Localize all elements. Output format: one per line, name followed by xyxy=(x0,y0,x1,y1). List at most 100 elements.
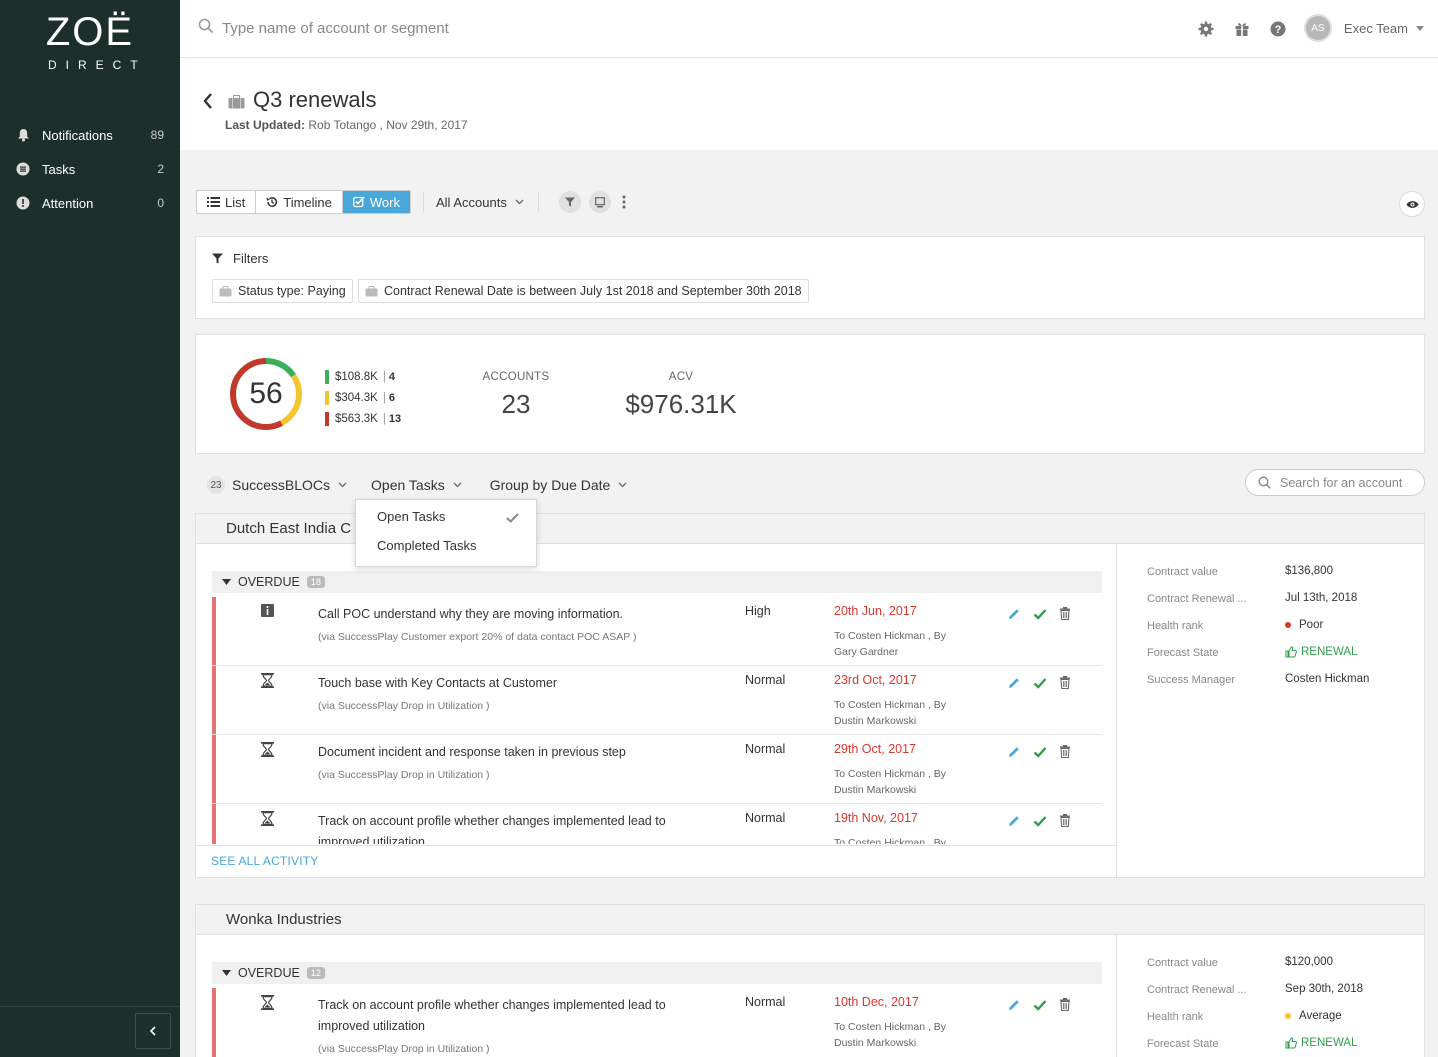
task-assignee: To Costen Hickman , By xyxy=(834,699,947,711)
group-by-dropdown[interactable]: Group by Due Date xyxy=(490,477,628,493)
trash-icon[interactable] xyxy=(1059,676,1071,693)
health-rank-text: Average xyxy=(1299,1010,1342,1022)
filter-button[interactable] xyxy=(558,191,581,213)
task-filter-dropdown[interactable]: Open Tasks xyxy=(371,477,462,493)
overdue-group-header[interactable]: OVERDUE 12 xyxy=(212,962,1102,984)
task-due-date: 20th Jun, 2017 xyxy=(834,604,917,618)
account-search-input[interactable]: Search for an account xyxy=(1245,469,1425,496)
overdue-indicator xyxy=(212,804,216,844)
complete-check-icon[interactable] xyxy=(1033,607,1047,624)
accounts-filter-dropdown[interactable]: All Accounts xyxy=(436,195,524,210)
logo-wordmark: ZOË xyxy=(45,10,135,54)
menu-item-completed-tasks[interactable]: Completed Tasks xyxy=(377,538,476,553)
legend-swatch xyxy=(325,390,329,405)
account-tasks: OVERDUE 12 Track on account profile whet… xyxy=(196,935,1117,1057)
edit-pencil-icon[interactable] xyxy=(1007,998,1021,1015)
account-card-header[interactable]: Wonka Industries xyxy=(196,905,1424,935)
complete-check-icon[interactable] xyxy=(1033,814,1047,831)
filter-chip-renewal-date[interactable]: Contract Renewal Date is between July 1s… xyxy=(358,279,809,303)
detail-value: Jul 13th, 2018 xyxy=(1285,592,1358,604)
task-title[interactable]: Track on account profile whether changes… xyxy=(318,811,718,844)
svg-text:?: ? xyxy=(1275,24,1282,36)
acv-stat-value: $976.31K xyxy=(625,389,737,419)
collapse-sidebar-button[interactable] xyxy=(135,1013,171,1049)
complete-check-icon[interactable] xyxy=(1033,676,1047,693)
overdue-group-header[interactable]: OVERDUE 18 xyxy=(212,571,1102,593)
nav-notifications[interactable]: Notifications 89 xyxy=(0,120,180,150)
search-icon xyxy=(1258,476,1271,489)
view-work-button[interactable]: Work xyxy=(342,191,410,213)
more-options-button[interactable] xyxy=(619,195,629,209)
trash-icon[interactable] xyxy=(1059,607,1071,624)
toolbar-divider xyxy=(537,192,539,212)
task-title[interactable]: Document incident and response taken in … xyxy=(318,742,718,763)
health-score-value: 56 xyxy=(249,377,283,410)
trash-icon[interactable] xyxy=(1059,998,1071,1015)
view-timeline-button[interactable]: Timeline xyxy=(256,191,343,213)
accounts-filter-label: All Accounts xyxy=(436,194,507,210)
health-rank-value: Average xyxy=(1285,1010,1342,1022)
trash-icon[interactable] xyxy=(1059,745,1071,762)
task-row[interactable]: Call POC understand why they are moving … xyxy=(212,597,1102,666)
logo[interactable]: ZOË DIRECT xyxy=(40,12,140,72)
legend-count: 4 xyxy=(388,370,395,383)
complete-check-icon[interactable] xyxy=(1033,745,1047,762)
task-creator: Dustin Markowski xyxy=(834,715,917,727)
task-title[interactable]: Track on account profile whether changes… xyxy=(318,995,698,1037)
account-name[interactable]: Dutch East India C xyxy=(226,520,351,537)
nav-attention[interactable]: Attention 0 xyxy=(0,188,180,218)
overdue-indicator xyxy=(212,735,216,803)
legend-row-yellow: $304.3K | 6 xyxy=(325,387,401,408)
menu-item-open-tasks[interactable]: Open Tasks xyxy=(377,509,445,524)
filter-icon xyxy=(212,253,223,264)
task-assignee: To Costen Hickman , By xyxy=(834,630,947,642)
global-search[interactable]: Type name of account or segment xyxy=(198,18,449,38)
sidebar: ZOË DIRECT Notifications 89 Tasks 2 Atte… xyxy=(0,0,180,1057)
search-icon xyxy=(198,18,222,38)
visibility-button[interactable] xyxy=(1399,191,1425,217)
user-menu[interactable]: AS Exec Team xyxy=(1303,14,1424,42)
divider xyxy=(196,845,1117,846)
blocs-count-badge: 23 xyxy=(207,476,225,494)
edit-pencil-icon[interactable] xyxy=(1007,745,1021,762)
help-icon[interactable]: ? xyxy=(1268,19,1288,39)
more-vertical-icon xyxy=(622,195,626,209)
task-row[interactable]: Track on account profile whether changes… xyxy=(212,988,1102,1057)
task-row[interactable]: Document incident and response taken in … xyxy=(212,735,1102,804)
display-button[interactable] xyxy=(588,191,611,213)
complete-check-icon[interactable] xyxy=(1033,998,1047,1015)
back-button[interactable] xyxy=(202,92,214,116)
task-title[interactable]: Touch base with Key Contacts at Customer xyxy=(318,673,718,694)
edit-pencil-icon[interactable] xyxy=(1007,814,1021,831)
caret-down-icon xyxy=(222,579,231,585)
briefcase-icon xyxy=(219,285,232,296)
gift-icon[interactable] xyxy=(1232,19,1252,39)
task-row[interactable]: Touch base with Key Contacts at Customer… xyxy=(212,666,1102,735)
nav-count: 0 xyxy=(157,196,164,210)
account-name[interactable]: Wonka Industries xyxy=(226,911,342,928)
chevron-down-icon xyxy=(515,199,524,205)
grouping-toolbar: 23 SuccessBLOCs Open Tasks Group by Due … xyxy=(207,475,627,495)
checkbox-icon xyxy=(352,196,365,208)
gear-icon[interactable] xyxy=(1196,19,1216,39)
nav-tasks[interactable]: Tasks 2 xyxy=(0,154,180,184)
edit-pencil-icon[interactable] xyxy=(1007,607,1021,624)
forecast-state-value: RENEWAL xyxy=(1285,1037,1357,1049)
task-priority: Normal xyxy=(745,995,786,1009)
detail-value: Costen Hickman xyxy=(1285,673,1370,685)
global-search-input[interactable]: Type name of account or segment xyxy=(222,20,449,37)
legend-swatch xyxy=(325,411,329,426)
task-filter-label: Open Tasks xyxy=(371,477,445,493)
trash-icon[interactable] xyxy=(1059,814,1071,831)
view-work-label: Work xyxy=(369,194,400,210)
filter-chip-status[interactable]: Status type: Paying xyxy=(212,279,353,303)
see-all-activity-link[interactable]: SEE ALL ACTIVITY xyxy=(211,854,318,868)
view-list-button[interactable]: List xyxy=(197,191,257,213)
filters-heading[interactable]: Filters xyxy=(212,251,268,266)
task-row[interactable]: Track on account profile whether changes… xyxy=(212,804,1102,844)
edit-pencil-icon[interactable] xyxy=(1007,676,1021,693)
legend-row-red: $563.3K | 13 xyxy=(325,408,401,429)
overdue-indicator xyxy=(212,988,216,1057)
task-title[interactable]: Call POC understand why they are moving … xyxy=(318,604,718,625)
successblocs-dropdown[interactable]: SuccessBLOCs xyxy=(232,477,347,493)
